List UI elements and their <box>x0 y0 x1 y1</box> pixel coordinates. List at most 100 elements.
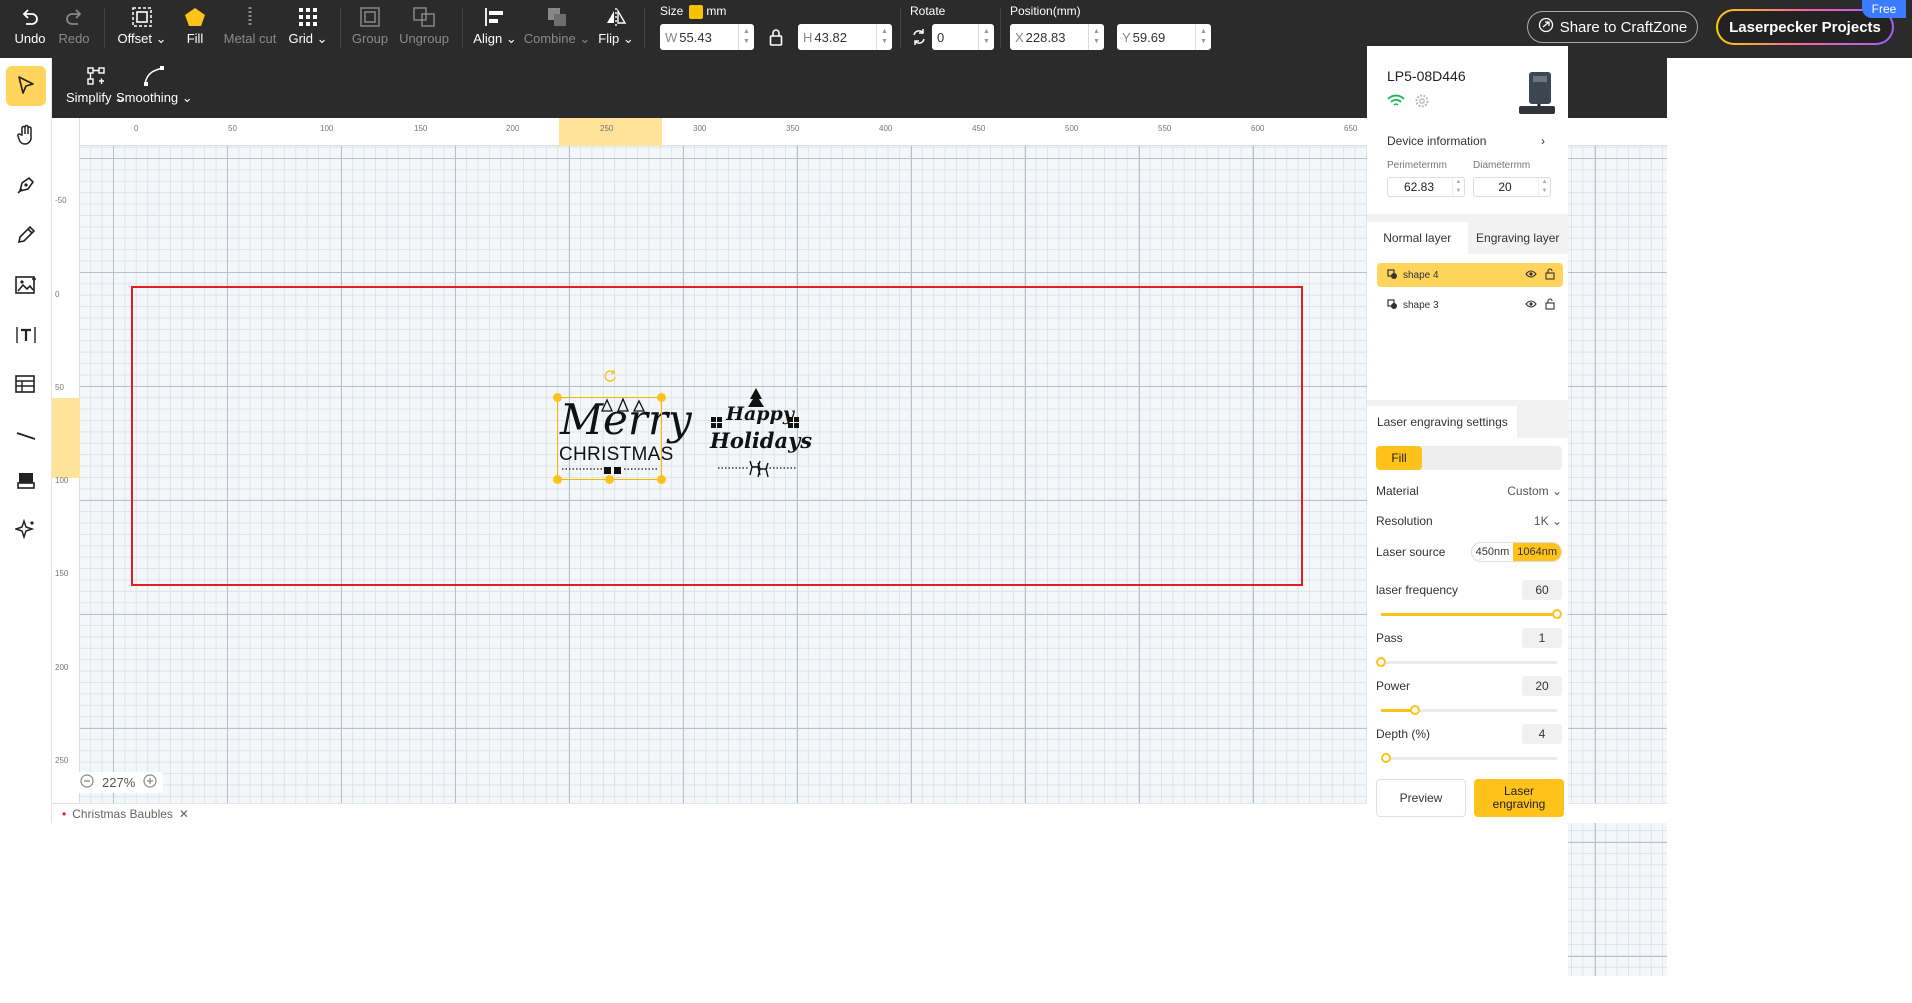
resize-handle[interactable] <box>657 475 666 484</box>
rotate-stepper[interactable]: ▲ ▼ <box>978 24 994 50</box>
smoothing-button[interactable]: Smoothing ⌄ <box>116 66 193 106</box>
zoom-out-icon[interactable] <box>80 774 94 791</box>
slider-knob[interactable] <box>1381 753 1391 763</box>
effects-tool[interactable] <box>6 510 46 550</box>
group-label: Group <box>351 31 389 46</box>
tab-normal-layer[interactable]: Normal layer <box>1367 222 1468 254</box>
toolbar-divider <box>644 8 645 48</box>
tab-engraving-layer[interactable]: Engraving layer <box>1467 222 1568 254</box>
group-icon <box>359 4 381 30</box>
layer-row[interactable]: shape 3 <box>1377 293 1563 317</box>
share-craftzone-button[interactable]: Share to CraftZone <box>1527 11 1698 43</box>
hand-tool[interactable] <box>6 116 46 156</box>
undo-icon <box>20 4 40 30</box>
perimeter-stepper[interactable]: ▲ ▼ <box>1452 178 1464 196</box>
power-input[interactable]: 20 <box>1522 676 1562 696</box>
zoom-in-icon[interactable] <box>143 774 157 791</box>
position-x-stepper[interactable]: ▲ ▼ <box>1088 24 1104 50</box>
position-y-input[interactable]: Y 59.69 ▲ ▼ <box>1117 24 1211 50</box>
layer-row[interactable]: shape 4 <box>1377 263 1563 287</box>
unit-checkbox[interactable] <box>689 4 704 19</box>
image-tool[interactable] <box>6 266 46 306</box>
ruler-tick: 200 <box>55 663 69 672</box>
diameter-stepper[interactable]: ▲ ▼ <box>1538 178 1550 196</box>
pass-slider[interactable] <box>1376 657 1557 667</box>
laser-engraving-button[interactable]: Laser engraving <box>1474 779 1564 817</box>
line-tool[interactable] <box>6 416 46 456</box>
resolution-row[interactable]: Resolution 1K ⌄ <box>1376 514 1562 528</box>
depth-row: Depth (%) 4 <box>1376 724 1562 744</box>
happy-holidays-design[interactable]: Happy Holidays <box>708 387 812 479</box>
power-slider[interactable] <box>1381 705 1557 715</box>
align-button[interactable]: Align ⌄ <box>473 4 517 50</box>
diameter-input[interactable]: 20 ▲ ▼ <box>1473 177 1551 197</box>
ruler-tick: 200 <box>506 124 520 133</box>
ungroup-button[interactable]: Ungroup <box>398 4 450 50</box>
resize-handle[interactable] <box>657 393 666 402</box>
slider-knob[interactable] <box>1410 705 1420 715</box>
rotate-handle-icon[interactable] <box>603 369 617 386</box>
redo-button[interactable]: Redo <box>56 4 92 50</box>
undo-button[interactable]: Undo <box>12 4 48 50</box>
zoom-level: 227% <box>102 775 136 790</box>
group-button[interactable]: Group <box>350 4 390 50</box>
resize-handle[interactable] <box>553 475 562 484</box>
depth-input[interactable]: 4 <box>1522 724 1562 744</box>
source-450nm-option[interactable]: 450nm <box>1472 543 1514 561</box>
width-stepper[interactable]: ▲ ▼ <box>738 24 754 50</box>
resize-handle[interactable] <box>605 475 614 484</box>
slider-knob[interactable] <box>1376 657 1386 667</box>
position-y-stepper[interactable]: ▲ ▼ <box>1195 24 1211 50</box>
engraving-settings-tab[interactable]: Laser engraving settings <box>1367 406 1517 438</box>
unlock-icon[interactable] <box>1545 298 1555 313</box>
grid-button[interactable]: Grid ⌄ <box>288 4 328 50</box>
frequency-slider[interactable] <box>1381 609 1562 619</box>
slider-knob[interactable] <box>1552 609 1562 619</box>
height-stepper[interactable]: ▲ ▼ <box>876 24 892 50</box>
mode-fill-option[interactable]: Fill <box>1376 446 1422 470</box>
metal-cut-icon <box>245 4 255 30</box>
ruler-tick: 650 <box>1344 124 1358 133</box>
close-tab-icon[interactable]: ✕ <box>179 807 189 821</box>
preview-button[interactable]: Preview <box>1376 779 1466 817</box>
toolbar-divider <box>340 8 341 48</box>
height-input[interactable]: H 43.82 ▲ ▼ <box>798 24 892 50</box>
perimeter-input[interactable]: 62.83 ▲ ▼ <box>1387 177 1465 197</box>
fill-button[interactable]: Fill <box>180 4 210 50</box>
table-tool[interactable] <box>6 366 46 406</box>
select-tool[interactable] <box>6 66 46 106</box>
material-tool[interactable] <box>6 462 46 502</box>
width-input[interactable]: W 55.43 ▲ ▼ <box>660 24 754 50</box>
position-x-input[interactable]: X 228.83 ▲ ▼ <box>1010 24 1104 50</box>
depth-slider[interactable] <box>1381 753 1557 763</box>
material-row[interactable]: Material Custom ⌄ <box>1376 484 1562 498</box>
text-tool[interactable] <box>6 316 46 356</box>
combine-button[interactable]: Combine ⌄ <box>523 4 591 50</box>
frequency-input[interactable]: 60 <box>1522 580 1562 600</box>
source-1064nm-option[interactable]: 1064nm <box>1513 543 1561 561</box>
unlock-icon[interactable] <box>1545 268 1555 283</box>
flip-button[interactable]: Flip ⌄ <box>598 4 634 50</box>
resize-handle[interactable] <box>553 393 562 402</box>
device-info-link[interactable]: Device information › <box>1387 134 1545 148</box>
pass-input[interactable]: 1 <box>1522 628 1562 648</box>
flip-label: Flip ⌄ <box>598 31 634 46</box>
align-label: Align ⌄ <box>473 31 517 46</box>
rotate-input[interactable]: 0 ▲ ▼ <box>932 24 994 50</box>
metal-cut-button[interactable]: Metal cut <box>222 4 278 50</box>
document-tab[interactable]: • Christmas Baubles ✕ <box>62 807 189 821</box>
engraving-settings: Fill Material Custom ⌄ Resolution 1K ⌄ L… <box>1367 438 1568 1003</box>
offset-button[interactable]: Offset ⌄ <box>116 4 168 50</box>
position-title: Position(mm) <box>1010 4 1081 18</box>
eye-icon[interactable] <box>1525 299 1537 312</box>
pen-tool[interactable] <box>6 166 46 206</box>
resolution-select[interactable]: 1K ⌄ <box>1534 514 1562 528</box>
combine-label: Combine ⌄ <box>523 31 591 46</box>
lock-ratio-icon[interactable] <box>769 28 783 49</box>
material-select[interactable]: Custom ⌄ <box>1507 484 1562 498</box>
ungroup-label: Ungroup <box>399 31 449 46</box>
frequency-row: laser frequency 60 <box>1376 580 1562 600</box>
pencil-tool[interactable] <box>6 216 46 256</box>
eye-icon[interactable] <box>1525 269 1537 282</box>
device-settings-icon[interactable] <box>1414 93 1430 112</box>
